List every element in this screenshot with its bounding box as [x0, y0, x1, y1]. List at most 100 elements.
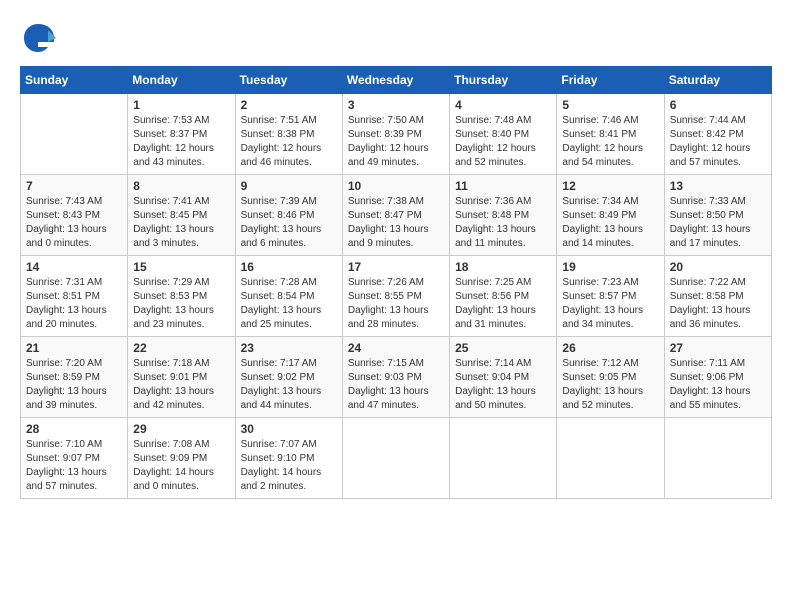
day-number: 26	[562, 341, 658, 355]
day-info: Sunrise: 7:39 AM Sunset: 8:46 PM Dayligh…	[241, 195, 337, 251]
day-info: Sunrise: 7:36 AM Sunset: 8:48 PM Dayligh…	[455, 195, 551, 251]
day-number: 24	[348, 341, 444, 355]
day-number: 13	[670, 179, 766, 193]
day-info: Sunrise: 7:50 AM Sunset: 8:39 PM Dayligh…	[348, 114, 444, 170]
day-number: 27	[670, 341, 766, 355]
calendar-table: SundayMondayTuesdayWednesdayThursdayFrid…	[20, 66, 772, 499]
calendar-cell	[557, 418, 664, 499]
calendar-cell: 14 Sunrise: 7:31 AM Sunset: 8:51 PM Dayli…	[21, 256, 128, 337]
calendar-cell: 1 Sunrise: 7:53 AM Sunset: 8:37 PM Daylig…	[128, 94, 235, 175]
header-day-monday: Monday	[128, 67, 235, 94]
calendar-cell: 29 Sunrise: 7:08 AM Sunset: 9:09 PM Dayli…	[128, 418, 235, 499]
day-info: Sunrise: 7:41 AM Sunset: 8:45 PM Dayligh…	[133, 195, 229, 251]
day-info: Sunrise: 7:33 AM Sunset: 8:50 PM Dayligh…	[670, 195, 766, 251]
calendar-cell: 27 Sunrise: 7:11 AM Sunset: 9:06 PM Dayli…	[664, 337, 771, 418]
calendar-cell	[342, 418, 449, 499]
day-info: Sunrise: 7:46 AM Sunset: 8:41 PM Dayligh…	[562, 114, 658, 170]
day-number: 21	[26, 341, 122, 355]
day-info: Sunrise: 7:51 AM Sunset: 8:38 PM Dayligh…	[241, 114, 337, 170]
calendar-body: 1 Sunrise: 7:53 AM Sunset: 8:37 PM Daylig…	[21, 94, 772, 499]
day-number: 12	[562, 179, 658, 193]
week-row-1: 7 Sunrise: 7:43 AM Sunset: 8:43 PM Daylig…	[21, 175, 772, 256]
logo	[20, 20, 60, 56]
day-number: 28	[26, 422, 122, 436]
calendar-cell: 28 Sunrise: 7:10 AM Sunset: 9:07 PM Dayli…	[21, 418, 128, 499]
day-number: 30	[241, 422, 337, 436]
day-number: 10	[348, 179, 444, 193]
day-info: Sunrise: 7:23 AM Sunset: 8:57 PM Dayligh…	[562, 276, 658, 332]
day-info: Sunrise: 7:48 AM Sunset: 8:40 PM Dayligh…	[455, 114, 551, 170]
day-number: 3	[348, 98, 444, 112]
day-info: Sunrise: 7:17 AM Sunset: 9:02 PM Dayligh…	[241, 357, 337, 413]
day-number: 25	[455, 341, 551, 355]
day-number: 5	[562, 98, 658, 112]
week-row-3: 21 Sunrise: 7:20 AM Sunset: 8:59 PM Dayli…	[21, 337, 772, 418]
day-info: Sunrise: 7:08 AM Sunset: 9:09 PM Dayligh…	[133, 438, 229, 494]
day-info: Sunrise: 7:38 AM Sunset: 8:47 PM Dayligh…	[348, 195, 444, 251]
calendar-cell: 30 Sunrise: 7:07 AM Sunset: 9:10 PM Dayli…	[235, 418, 342, 499]
day-number: 7	[26, 179, 122, 193]
day-number: 11	[455, 179, 551, 193]
calendar-cell: 24 Sunrise: 7:15 AM Sunset: 9:03 PM Dayli…	[342, 337, 449, 418]
day-number: 15	[133, 260, 229, 274]
calendar-cell: 18 Sunrise: 7:25 AM Sunset: 8:56 PM Dayli…	[450, 256, 557, 337]
page-header	[20, 20, 772, 56]
calendar-cell: 25 Sunrise: 7:14 AM Sunset: 9:04 PM Dayli…	[450, 337, 557, 418]
day-info: Sunrise: 7:28 AM Sunset: 8:54 PM Dayligh…	[241, 276, 337, 332]
calendar-cell	[664, 418, 771, 499]
calendar-cell: 19 Sunrise: 7:23 AM Sunset: 8:57 PM Dayli…	[557, 256, 664, 337]
day-info: Sunrise: 7:14 AM Sunset: 9:04 PM Dayligh…	[455, 357, 551, 413]
calendar-cell: 3 Sunrise: 7:50 AM Sunset: 8:39 PM Daylig…	[342, 94, 449, 175]
calendar-cell: 15Sunrise: 7:29 AM Sunset: 8:53 PM Dayli…	[128, 256, 235, 337]
calendar-cell	[21, 94, 128, 175]
calendar-cell: 21 Sunrise: 7:20 AM Sunset: 8:59 PM Dayli…	[21, 337, 128, 418]
calendar-cell: 10 Sunrise: 7:38 AM Sunset: 8:47 PM Dayli…	[342, 175, 449, 256]
day-info: Sunrise: 7:25 AM Sunset: 8:56 PM Dayligh…	[455, 276, 551, 332]
calendar-cell: 9 Sunrise: 7:39 AM Sunset: 8:46 PM Daylig…	[235, 175, 342, 256]
day-number: 16	[241, 260, 337, 274]
day-info: Sunrise: 7:34 AM Sunset: 8:49 PM Dayligh…	[562, 195, 658, 251]
calendar-cell: 12 Sunrise: 7:34 AM Sunset: 8:49 PM Dayli…	[557, 175, 664, 256]
day-info: Sunrise: 7:53 AM Sunset: 8:37 PM Dayligh…	[133, 114, 229, 170]
header-day-sunday: Sunday	[21, 67, 128, 94]
calendar-cell: 11 Sunrise: 7:36 AM Sunset: 8:48 PM Dayli…	[450, 175, 557, 256]
header-day-tuesday: Tuesday	[235, 67, 342, 94]
day-info: Sunrise: 7:18 AM Sunset: 9:01 PM Dayligh…	[133, 357, 229, 413]
day-number: 17	[348, 260, 444, 274]
calendar-cell: 4 Sunrise: 7:48 AM Sunset: 8:40 PM Daylig…	[450, 94, 557, 175]
day-info: Sunrise: 7:10 AM Sunset: 9:07 PM Dayligh…	[26, 438, 122, 494]
week-row-0: 1 Sunrise: 7:53 AM Sunset: 8:37 PM Daylig…	[21, 94, 772, 175]
day-number: 14	[26, 260, 122, 274]
day-info: Sunrise: 7:07 AM Sunset: 9:10 PM Dayligh…	[241, 438, 337, 494]
day-number: 22	[133, 341, 229, 355]
day-info: Sunrise: 7:26 AM Sunset: 8:55 PM Dayligh…	[348, 276, 444, 332]
calendar-header-row: SundayMondayTuesdayWednesdayThursdayFrid…	[21, 67, 772, 94]
day-info: Sunrise: 7:11 AM Sunset: 9:06 PM Dayligh…	[670, 357, 766, 413]
day-info: Sunrise: 7:43 AM Sunset: 8:43 PM Dayligh…	[26, 195, 122, 251]
calendar-cell: 17 Sunrise: 7:26 AM Sunset: 8:55 PM Dayli…	[342, 256, 449, 337]
day-number: 6	[670, 98, 766, 112]
calendar-cell: 26Sunrise: 7:12 AM Sunset: 9:05 PM Dayli…	[557, 337, 664, 418]
header-day-friday: Friday	[557, 67, 664, 94]
week-row-2: 14 Sunrise: 7:31 AM Sunset: 8:51 PM Dayli…	[21, 256, 772, 337]
calendar-cell: 22 Sunrise: 7:18 AM Sunset: 9:01 PM Dayli…	[128, 337, 235, 418]
header-day-wednesday: Wednesday	[342, 67, 449, 94]
day-number: 4	[455, 98, 551, 112]
day-number: 19	[562, 260, 658, 274]
day-info: Sunrise: 7:15 AM Sunset: 9:03 PM Dayligh…	[348, 357, 444, 413]
calendar-cell	[450, 418, 557, 499]
calendar-cell: 13 Sunrise: 7:33 AM Sunset: 8:50 PM Dayli…	[664, 175, 771, 256]
calendar-cell: 20Sunrise: 7:22 AM Sunset: 8:58 PM Dayli…	[664, 256, 771, 337]
day-number: 18	[455, 260, 551, 274]
day-info: Sunrise: 7:31 AM Sunset: 8:51 PM Dayligh…	[26, 276, 122, 332]
day-info: Sunrise: 7:22 AM Sunset: 8:58 PM Dayligh…	[670, 276, 766, 332]
day-info: Sunrise: 7:20 AM Sunset: 8:59 PM Dayligh…	[26, 357, 122, 413]
day-number: 9	[241, 179, 337, 193]
week-row-4: 28 Sunrise: 7:10 AM Sunset: 9:07 PM Dayli…	[21, 418, 772, 499]
calendar-cell: 23Sunrise: 7:17 AM Sunset: 9:02 PM Dayli…	[235, 337, 342, 418]
day-number: 29	[133, 422, 229, 436]
calendar-cell: 5 Sunrise: 7:46 AM Sunset: 8:41 PM Daylig…	[557, 94, 664, 175]
calendar-cell: 7 Sunrise: 7:43 AM Sunset: 8:43 PM Daylig…	[21, 175, 128, 256]
day-number: 1	[133, 98, 229, 112]
logo-icon	[20, 20, 56, 56]
